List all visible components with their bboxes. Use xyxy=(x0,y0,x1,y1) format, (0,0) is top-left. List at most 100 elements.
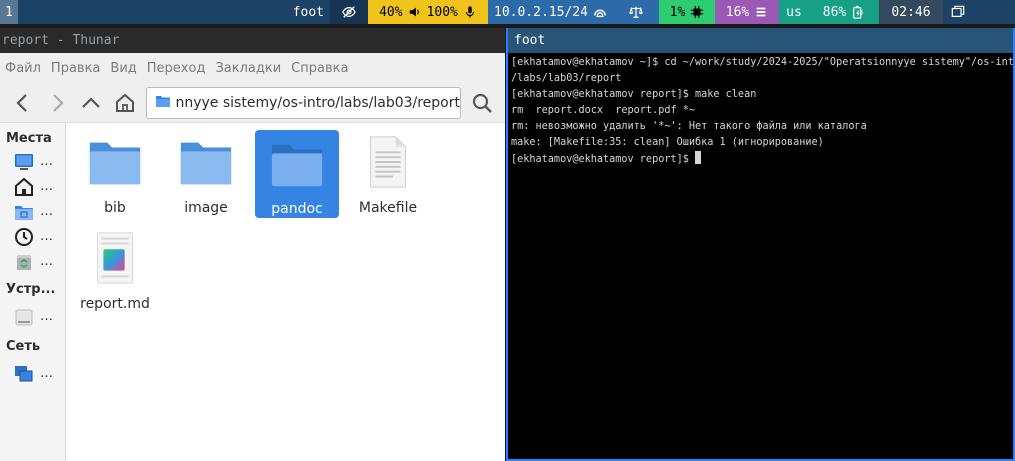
balance-scale-icon xyxy=(629,6,643,18)
menu-edit[interactable]: Правка xyxy=(46,61,105,76)
file-item-makefile[interactable]: Makefile xyxy=(346,127,430,217)
sidebar-item-recent[interactable]: … xyxy=(0,224,65,249)
clock-icon xyxy=(15,227,33,246)
toolbar: onnyye sistemy/os-intro/labs/lab03/repor… xyxy=(0,83,505,123)
folder-icon xyxy=(271,144,323,187)
up-button[interactable] xyxy=(74,86,108,120)
arrow-right-icon xyxy=(53,93,64,112)
sidebar-item-label: … xyxy=(40,204,53,219)
file-label: image xyxy=(184,200,228,216)
sidebar-item-label: … xyxy=(40,254,53,269)
sidebar-item-network[interactable]: … xyxy=(0,361,65,386)
sidebar-item-label: … xyxy=(40,229,53,244)
terminal-title: foot xyxy=(514,33,546,48)
menubar: Файл Правка Вид Переход Закладки Справка xyxy=(0,53,505,83)
back-button[interactable] xyxy=(6,86,40,120)
thunar-window: report - Thunar Файл Правка Вид Переход … xyxy=(0,28,505,461)
status-bar: 1 foot 40% 100% 10.0.2.15/24 1% 16% us 8… xyxy=(0,0,1015,24)
sidebar-item-trash[interactable]: … xyxy=(0,249,65,274)
thunar-titlebar: report - Thunar xyxy=(0,28,505,53)
volume-value: 40% xyxy=(379,4,403,20)
ethernet-icon xyxy=(594,9,606,18)
terminal-line: [ekhatamov@ekhatamov ~]$ cd ~/work/study… xyxy=(511,57,1015,68)
text-file-icon xyxy=(370,136,406,188)
menu-go[interactable]: Переход xyxy=(142,61,211,76)
location-text: onnyye sistemy/os-intro/labs/lab03/repor… xyxy=(175,94,460,111)
menu-bookmarks[interactable]: Закладки xyxy=(210,61,286,76)
trash-icon xyxy=(17,254,31,270)
terminal-line: /labs/lab03/report xyxy=(511,73,622,84)
file-item-pandoc[interactable]: pandoc xyxy=(255,130,339,218)
network-heading: Сеть xyxy=(6,339,41,354)
forward-button[interactable] xyxy=(40,86,74,120)
sidebar-item-label: … xyxy=(40,179,53,194)
workspace-button[interactable]: 1 xyxy=(0,0,18,24)
markdown-file-icon xyxy=(97,232,133,284)
audio-module[interactable]: 40% 100% xyxy=(368,0,488,24)
memory-bars-icon xyxy=(756,7,766,17)
memory-module[interactable]: 16% xyxy=(715,0,779,24)
ip-address: 10.0.2.15/24 xyxy=(494,4,588,20)
sidebar-item-label: … xyxy=(40,366,53,381)
tray-module[interactable] xyxy=(943,0,973,24)
home-icon xyxy=(15,177,33,196)
clock-module[interactable]: 02:46 xyxy=(879,0,943,24)
memory-value: 16% xyxy=(725,4,750,20)
home-icon xyxy=(116,93,134,112)
terminal-line: make: [Makefile:35: clean] Ошибка 1 (игн… xyxy=(511,137,824,148)
battery-module[interactable]: 86% xyxy=(809,0,879,24)
folder-icon xyxy=(89,142,141,185)
places-heading: Места xyxy=(6,131,52,146)
arrow-left-icon xyxy=(16,93,27,112)
drive-icon xyxy=(15,309,33,325)
keyboard-layout-module[interactable]: us xyxy=(779,0,809,24)
network-module[interactable]: 10.0.2.15/24 xyxy=(488,0,613,24)
sidebar-item-drive[interactable]: … xyxy=(0,304,65,329)
cpu-value: 1% xyxy=(669,4,686,20)
menu-view[interactable]: Вид xyxy=(105,61,141,76)
microphone-icon xyxy=(465,6,474,18)
speaker-icon xyxy=(409,7,419,17)
menu-file[interactable]: Файл xyxy=(0,61,46,76)
file-label: report.md xyxy=(80,296,150,312)
thunar-body: Места … … … … … Устр... … Сеть … bib ima… xyxy=(0,123,505,461)
file-item-report-md[interactable]: report.md xyxy=(73,223,157,313)
sidebar-item-label: … xyxy=(40,154,53,169)
devices-heading: Устр... xyxy=(6,282,56,297)
battery-charging-icon xyxy=(853,5,863,19)
network-icon xyxy=(15,365,33,381)
search-button[interactable] xyxy=(465,86,499,120)
mic-value: 100% xyxy=(426,4,458,20)
file-label: pandoc xyxy=(271,201,323,217)
cpu-module[interactable]: 1% xyxy=(659,0,715,24)
battery-value: 86% xyxy=(822,4,847,20)
workspace-label: 1 xyxy=(5,4,13,20)
file-item-bib[interactable]: bib xyxy=(73,127,157,217)
home-button[interactable] xyxy=(108,86,142,120)
terminal-cursor xyxy=(695,151,702,164)
terminal-output[interactable]: [ekhatamov@ekhatamov ~]$ cd ~/work/study… xyxy=(508,53,1013,170)
menu-help[interactable]: Справка xyxy=(286,61,353,76)
terminal-line: rm report.docx report.pdf *~ xyxy=(511,105,696,116)
terminal-window[interactable]: foot [ekhatamov@ekhatamov ~]$ cd ~/work/… xyxy=(506,28,1015,461)
window-title: foot xyxy=(18,0,330,24)
icon-view: bib image pandoc Makefile report.md xyxy=(66,123,505,461)
sidebar-item-desktop[interactable]: … xyxy=(0,199,65,224)
eye-slash-icon xyxy=(342,6,356,18)
sidebar-item-computer[interactable]: … xyxy=(0,149,65,174)
cpu-chip-icon xyxy=(691,5,704,19)
terminal-line: rm: невозможно удалить '*~': Нет такого … xyxy=(511,121,867,132)
sidebar-item-home[interactable]: … xyxy=(0,174,65,199)
terminal-titlebar: foot xyxy=(508,28,1013,53)
location-entry[interactable]: onnyye sistemy/os-intro/labs/lab03/repor… xyxy=(146,86,461,119)
idle-inhibitor[interactable] xyxy=(330,0,368,24)
clock-value: 02:46 xyxy=(891,4,931,20)
search-icon xyxy=(472,93,492,113)
desktop-folder-icon xyxy=(15,205,33,220)
power-profile-module[interactable] xyxy=(613,0,659,24)
file-label: bib xyxy=(104,200,126,216)
side-pane: Места … … … … … Устр... … Сеть … xyxy=(0,123,66,461)
layout-value: us xyxy=(786,4,802,20)
file-item-image[interactable]: image xyxy=(164,127,248,217)
file-label: Makefile xyxy=(358,200,418,216)
